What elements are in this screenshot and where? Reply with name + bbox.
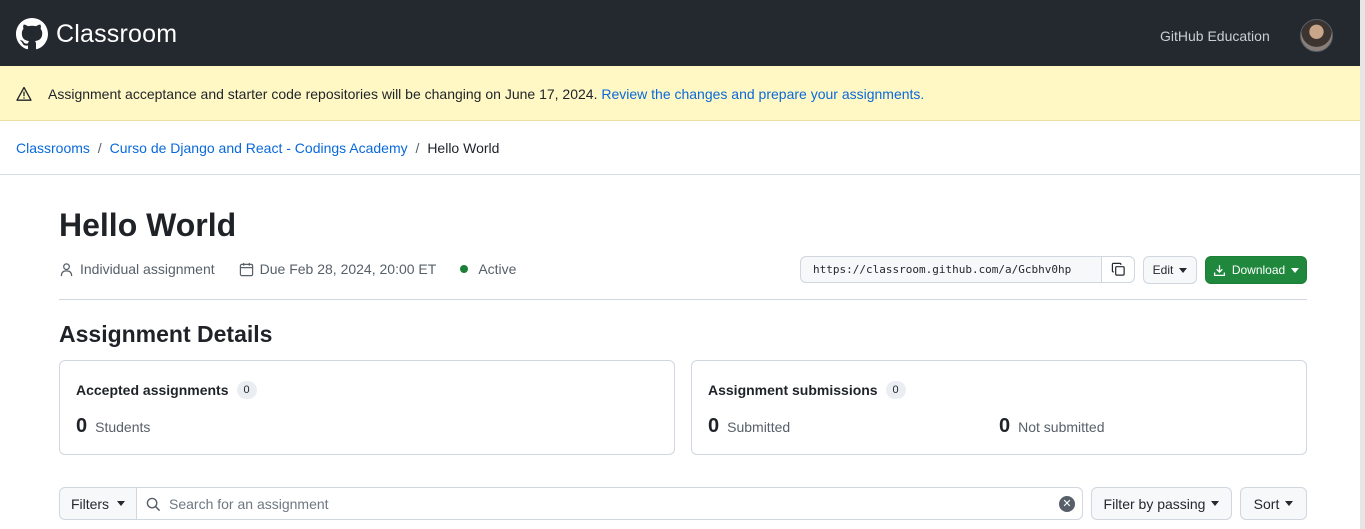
status-dot-icon [460, 265, 469, 273]
assignment-due: Due Feb 28, 2024, 20:00 ET [239, 261, 437, 277]
calendar-icon [239, 262, 253, 276]
breadcrumb-classroom[interactable]: Curso de Django and React - Codings Acad… [110, 140, 408, 156]
chevron-down-icon [117, 501, 126, 506]
card-header: Assignment submissions 0 [708, 381, 906, 399]
assignment-submissions-card: Assignment submissions 0 0 Submitted 0 N… [691, 360, 1307, 455]
copy-icon [1111, 262, 1125, 276]
alert-triangle-icon [16, 86, 32, 101]
students-stat: 0 Students [76, 415, 150, 438]
stat-number: 0 [999, 415, 1011, 437]
edit-button[interactable]: Edit [1143, 256, 1197, 284]
invite-url-box: https://classroom.github.com/a/Gcbhv0hp [800, 256, 1135, 283]
filter-by-passing-label: Filter by passing [1103, 495, 1206, 512]
card-title: Accepted assignments [76, 382, 229, 398]
section-heading: Assignment Details [59, 321, 273, 347]
filters-label: Filters [70, 495, 110, 512]
edit-label: Edit [1152, 263, 1174, 277]
chevron-down-icon [1291, 267, 1300, 273]
stat-number: 0 [708, 415, 720, 437]
search-input[interactable] [169, 494, 1049, 514]
copy-button[interactable] [1101, 257, 1134, 282]
github-education-link[interactable]: GitHub Education [1160, 28, 1270, 44]
scrollbar[interactable] [1360, 0, 1365, 529]
assignment-type-label: Individual assignment [80, 261, 215, 277]
breadcrumb-separator: / [97, 140, 102, 156]
invite-url[interactable]: https://classroom.github.com/a/Gcbhv0hp [801, 257, 1101, 282]
download-label: Download [1231, 263, 1286, 277]
accepted-assignments-card: Accepted assignments 0 0 Students [59, 360, 675, 455]
breadcrumb: Classrooms / Curso de Django and React -… [16, 140, 499, 156]
card-title: Assignment submissions [708, 382, 878, 398]
sort-label: Sort [1253, 495, 1280, 512]
person-icon [60, 262, 73, 276]
counter-badge: 0 [236, 381, 257, 399]
download-button[interactable]: Download [1205, 256, 1307, 284]
due-date-label: Due Feb 28, 2024, 20:00 ET [259, 261, 437, 277]
banner-link[interactable]: Review the changes and prepare your assi… [601, 86, 924, 102]
banner-text: Assignment acceptance and starter code r… [48, 86, 598, 102]
stat-label: Students [95, 419, 151, 435]
divider [59, 299, 1307, 300]
search-box: ✕ [136, 487, 1083, 520]
sort-button[interactable]: Sort [1240, 487, 1307, 520]
banner-message: Assignment acceptance and starter code r… [48, 86, 924, 102]
breadcrumb-current: Hello World [427, 140, 500, 156]
page-title: Hello World [59, 207, 237, 243]
brand-name: Classroom [56, 19, 178, 48]
chevron-down-icon [1211, 501, 1220, 506]
announcement-banner: Assignment acceptance and starter code r… [0, 66, 1360, 121]
stat-number: 0 [76, 415, 88, 437]
download-icon [1213, 264, 1225, 276]
filters-button[interactable]: Filters [59, 487, 137, 520]
brand-link[interactable]: Classroom [16, 18, 177, 50]
status-label: Active [478, 261, 517, 277]
not-submitted-stat: 0 Not submitted [999, 415, 1105, 438]
counter-badge: 0 [885, 381, 906, 399]
assignment-meta: Individual assignment Due Feb 28, 2024, … [59, 261, 540, 277]
stat-label: Submitted [727, 419, 791, 435]
card-header: Accepted assignments 0 [76, 381, 257, 399]
breadcrumb-separator: / [415, 140, 420, 156]
top-navigation-bar: Classroom GitHub Education [0, 0, 1365, 66]
breadcrumb-classrooms[interactable]: Classrooms [16, 140, 90, 156]
user-avatar[interactable] [1300, 19, 1333, 52]
chevron-down-icon [1179, 267, 1188, 273]
search-icon [146, 497, 161, 512]
github-octocat-icon [16, 18, 48, 50]
stat-label: Not submitted [1018, 419, 1105, 435]
assignment-type: Individual assignment [59, 261, 215, 277]
filter-by-passing-button[interactable]: Filter by passing [1091, 487, 1232, 520]
divider [0, 174, 1360, 175]
submitted-stat: 0 Submitted [708, 415, 790, 438]
assignment-status: Active [460, 261, 516, 277]
clear-search-icon[interactable]: ✕ [1059, 496, 1075, 512]
chevron-down-icon [1285, 501, 1294, 506]
